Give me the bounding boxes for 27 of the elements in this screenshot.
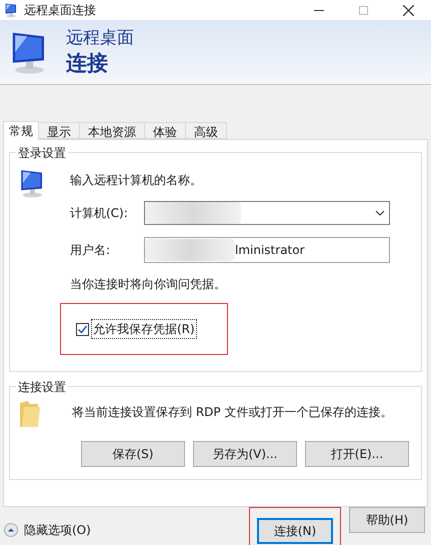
tab[interactable]: 高级 bbox=[186, 122, 227, 139]
close-icon bbox=[403, 4, 414, 16]
field-label: 计算机(C): bbox=[70, 205, 129, 222]
username-value: lministrator bbox=[235, 242, 305, 259]
hide-options-button[interactable]: 隐藏选项(O) bbox=[4, 518, 91, 542]
computer-field[interactable] bbox=[144, 201, 390, 225]
dialog-button[interactable]: 帮助(H) bbox=[349, 507, 425, 533]
action-button[interactable]: 另存为(V)... bbox=[193, 441, 297, 467]
dropdown-chevron-icon bbox=[375, 210, 385, 216]
tab[interactable]: 体验 bbox=[145, 122, 186, 139]
username-field[interactable]: lministrator bbox=[144, 237, 390, 263]
folder-icon bbox=[18, 399, 42, 429]
note-text: 当你连接时将向你询问凭据。 bbox=[70, 276, 227, 293]
action-button[interactable]: 打开(E)... bbox=[305, 441, 409, 467]
window-title: 远程桌面连接 bbox=[24, 2, 96, 19]
action-button[interactable]: 保存(S) bbox=[81, 441, 185, 467]
field-label: 用户名: bbox=[70, 242, 112, 259]
tab[interactable]: 本地资源 bbox=[80, 122, 145, 139]
dialog-button[interactable]: 连接(N) bbox=[257, 518, 333, 544]
check-icon bbox=[77, 324, 88, 334]
connection-description: 将当前连接设置保存到 RDP 文件或打开一个已保存的连接。 bbox=[72, 404, 392, 421]
prompt-text: 输入远程计算机的名称。 bbox=[70, 172, 203, 189]
tab[interactable]: 显示 bbox=[39, 122, 80, 139]
tab[interactable]: 常规 bbox=[3, 121, 39, 140]
header-subtitle: 连接 bbox=[66, 50, 109, 76]
header-title: 远程桌面 bbox=[66, 28, 134, 50]
group-title: 连接设置 bbox=[16, 378, 68, 396]
